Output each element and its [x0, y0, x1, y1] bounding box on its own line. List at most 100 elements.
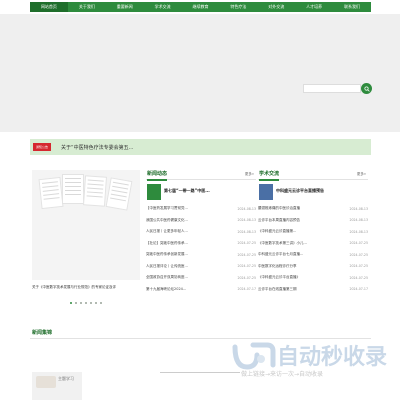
- nav-item-about[interactable]: 关于我们: [68, 2, 106, 12]
- notice-link[interactable]: 关于“中医特色疗法专委会第五...: [61, 144, 133, 151]
- search-input[interactable]: [303, 84, 361, 93]
- slide-caption[interactable]: 关于《中医数字技术发展与行业规范》的专家论证及评: [32, 285, 140, 290]
- list-item[interactable]: 腰颈椎疼痛的中医诊治直播 2024-08-13: [258, 203, 368, 215]
- slider-dot[interactable]: [85, 302, 87, 304]
- news-featured[interactable]: 第七届“一带一路”中医...: [146, 183, 256, 203]
- watermark-logo-icon: [232, 342, 276, 370]
- academic-title: 学术交流: [259, 170, 280, 181]
- list-item-date: 2024-08-13: [237, 229, 256, 234]
- list-item-date: 2024-07-25: [237, 241, 256, 246]
- slider-dot[interactable]: [100, 302, 102, 304]
- notice-tag: 通知公告: [33, 143, 52, 151]
- list-item-date: 2024-07-25: [237, 275, 256, 280]
- notice-bar: 通知公告 关于“中医特色疗法专委会第五...: [30, 139, 371, 155]
- list-item[interactable]: 中科盛元云诊平台七月直播... 2024-07-25: [258, 249, 368, 261]
- list-item[interactable]: 【社论】突破中医药传承... 2024-07-25: [146, 238, 256, 250]
- list-item-title: 突破中医药传承创新发展...: [146, 252, 188, 257]
- watermark: 自动秒收录 做上链接→来访一次→自动收录: [231, 333, 391, 383]
- list-item-date: 2024-07-25: [349, 241, 368, 246]
- list-item-title: 《中医数字技术第三讲》小儿...: [258, 240, 307, 245]
- list-item-date: 2024-08-13: [349, 206, 368, 211]
- academic-more-link[interactable]: 更多»: [357, 172, 366, 177]
- list-item-title: 云诊平台在线直播第三期: [258, 286, 297, 291]
- slider-dots: [30, 302, 142, 304]
- news-featured-title[interactable]: 第七届“一带一路”中医...: [164, 188, 254, 194]
- slider-dot[interactable]: [75, 302, 77, 304]
- slider-dot[interactable]: [80, 302, 82, 304]
- search-button[interactable]: [361, 83, 372, 94]
- list-item-title: 我国公共中医药健康文化...: [146, 217, 188, 222]
- news-more-link[interactable]: 更多»: [245, 172, 254, 177]
- news-title: 新闻动态: [147, 170, 168, 181]
- list-item-date: 2024-07-17: [237, 287, 256, 292]
- slider-dot[interactable]: [70, 302, 72, 304]
- nav-item-talent[interactable]: 人才培养: [295, 2, 333, 12]
- list-item-title: 《中科盛元云诊平台直播》: [258, 275, 300, 280]
- gallery-image[interactable]: 主题学习: [32, 372, 82, 400]
- nav-item-news[interactable]: 重要新闻: [106, 2, 144, 12]
- list-item-title: 【中医药发展学习贯彻党...: [146, 206, 188, 211]
- list-item[interactable]: 《中科盛元云诊直播第... 2024-08-13: [258, 226, 368, 238]
- nav-item-exchange[interactable]: 对外交流: [257, 2, 295, 12]
- academic-featured[interactable]: 中科盛元云诊平台直播预告: [258, 183, 368, 203]
- nav-item-therapy[interactable]: 特色疗法: [219, 2, 257, 12]
- academic-section: 学术交流 更多» 中科盛元云诊平台直播预告 腰颈椎疼痛的中医诊治直播 2024-0…: [258, 168, 368, 313]
- list-item-title: 人民日报评论丨让传统医...: [146, 263, 188, 268]
- list-item[interactable]: 突破中医药传承创新发展... 2024-07-25: [146, 249, 256, 261]
- academic-header: 学术交流 更多»: [258, 168, 368, 181]
- nav-item-contact[interactable]: 联系我们: [333, 2, 371, 12]
- gallery-title: 新闻集锦: [32, 330, 53, 336]
- nav-item-home[interactable]: 网站首页: [30, 2, 68, 12]
- list-item-date: 2024-08-13: [349, 218, 368, 223]
- hero-banner: [0, 14, 400, 132]
- nav-item-education[interactable]: 继续教育: [182, 2, 220, 12]
- list-item-date: 2024-07-17: [349, 287, 368, 292]
- list-item-date: 2024-07-25: [349, 264, 368, 269]
- gallery-image-text: 主题学习: [58, 376, 74, 381]
- list-item[interactable]: 中医数字化远程诊疗分享 2024-07-25: [258, 261, 368, 273]
- list-item-title: 人民日报丨让更多年轻人...: [146, 229, 188, 234]
- list-item[interactable]: 《中科盛元云诊平台直播》 2024-07-25: [258, 272, 368, 284]
- list-item-date: 2024-07-25: [237, 264, 256, 269]
- watermark-subtitle: 做上链接→来访一次→自动收录: [241, 371, 324, 378]
- news-list: 【中医药发展学习贯彻党... 2024-08-13 我国公共中医药健康文化... 2…: [146, 203, 256, 295]
- main-nav: 网站首页 关于我们 重要新闻 学术交流 继续教育 特色疗法 对外交流 人才培养 …: [30, 2, 371, 12]
- document-image: [105, 177, 133, 211]
- watermark-name: 自动秒收录: [277, 345, 388, 370]
- academic-featured-title[interactable]: 中科盛元云诊平台直播预告: [276, 188, 366, 194]
- list-item[interactable]: 云诊平台本周直播内容预告 2024-08-13: [258, 215, 368, 227]
- slide-image[interactable]: [32, 170, 140, 280]
- top-bar: 网站首页 关于我们 重要新闻 学术交流 继续教育 特色疗法 对外交流 人才培养 …: [0, 0, 400, 14]
- search-icon: [363, 85, 370, 92]
- list-item-date: 2024-07-25: [349, 275, 368, 280]
- slider-dot[interactable]: [90, 302, 92, 304]
- list-item-title: 中医数字化远程诊疗分享: [258, 263, 297, 268]
- news-featured-image: [147, 184, 161, 200]
- document-image: [82, 175, 108, 207]
- image-slider: 关于《中医数字技术发展与行业规范》的专家论证及评: [30, 168, 142, 313]
- list-item-date: 2024-07-25: [237, 252, 256, 257]
- list-item-date: 2024-07-25: [349, 252, 368, 257]
- slider-dot[interactable]: [95, 302, 97, 304]
- photo-image: [36, 376, 56, 388]
- list-item-title: 【社论】突破中医药传承...: [146, 240, 188, 245]
- list-item[interactable]: 全国政协召开双周协商座... 2024-07-25: [146, 272, 256, 284]
- divider: [160, 372, 240, 373]
- news-section: 新闻动态 更多» 第七届“一带一路”中医... 【中医药发展学习贯彻党... 20…: [146, 168, 256, 313]
- list-item[interactable]: 【中医药发展学习贯彻党... 2024-08-13: [146, 203, 256, 215]
- academic-featured-image: [259, 184, 273, 200]
- list-item-title: 第十九届海峡论坛2024...: [146, 286, 187, 291]
- list-item-date: 2024-08-13: [349, 229, 368, 234]
- list-item[interactable]: 云诊平台在线直播第三期 2024-07-17: [258, 284, 368, 296]
- list-item-title: 腰颈椎疼痛的中医诊治直播: [258, 206, 300, 211]
- list-item[interactable]: 人民日报丨让更多年轻人... 2024-08-13: [146, 226, 256, 238]
- list-item[interactable]: 《中医数字技术第三讲》小儿... 2024-07-25: [258, 238, 368, 250]
- list-item[interactable]: 第十九届海峡论坛2024... 2024-07-17: [146, 284, 256, 296]
- list-item[interactable]: 人民日报评论丨让传统医... 2024-07-25: [146, 261, 256, 273]
- nav-item-academic[interactable]: 学术交流: [144, 2, 182, 12]
- news-header: 新闻动态 更多»: [146, 168, 256, 181]
- academic-list: 腰颈椎疼痛的中医诊治直播 2024-08-13 云诊平台本周直播内容预告 2024-…: [258, 203, 368, 295]
- list-item-title: 全国政协召开双周协商座...: [146, 275, 188, 280]
- document-image: [38, 176, 64, 210]
- list-item[interactable]: 我国公共中医药健康文化... 2024-08-13: [146, 215, 256, 227]
